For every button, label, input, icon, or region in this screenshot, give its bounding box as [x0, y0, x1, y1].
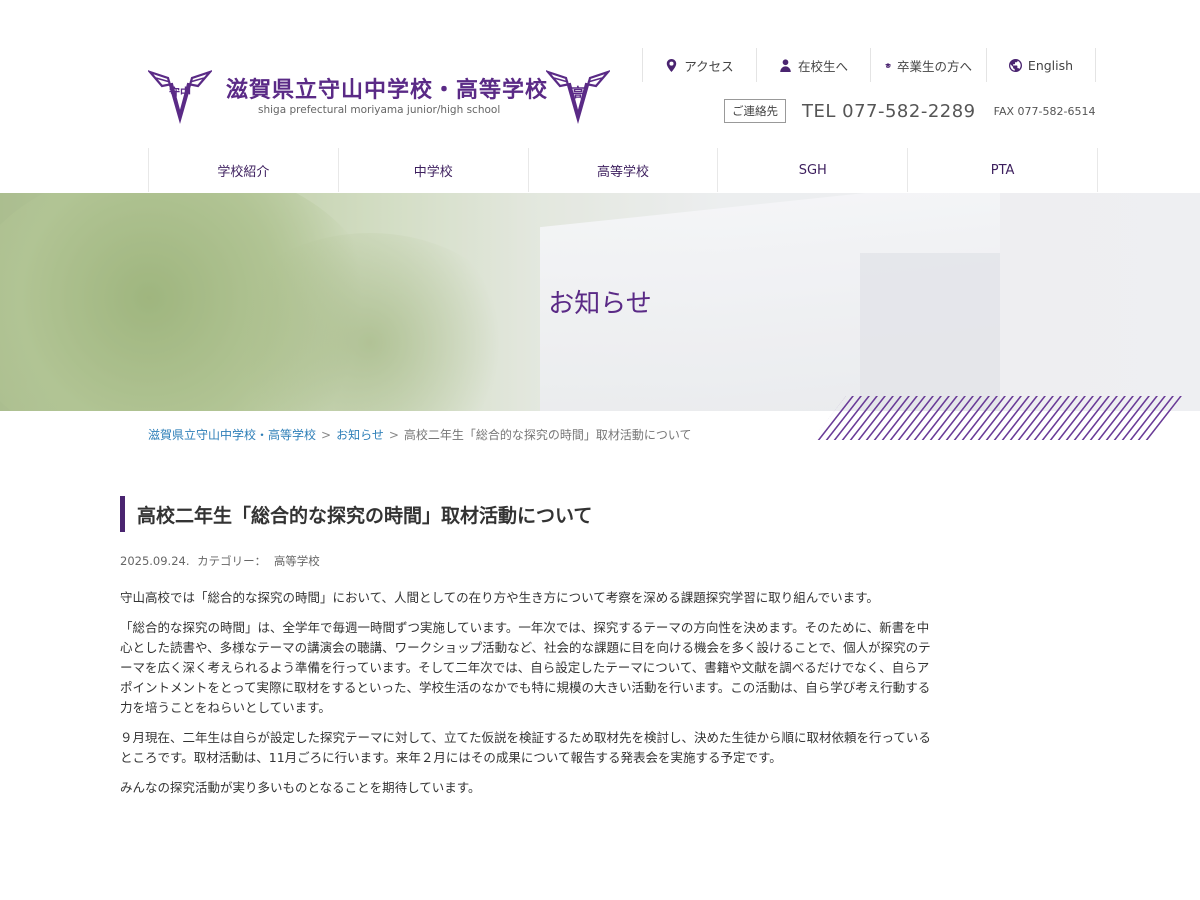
article-paragraph: みんなの探究活動が実り多いものとなることを期待しています。	[120, 780, 481, 795]
utility-nav-access[interactable]: アクセス	[642, 48, 756, 82]
contact-info: ご連絡先 TEL 077-582-2289 FAX 077-582-6514	[724, 98, 1095, 124]
school-emblem-icon: 守中	[148, 70, 212, 124]
main-nav-junior-high[interactable]: 中学校	[337, 148, 528, 192]
article-title: 高校二年生「総合的な探究の時間」取材活動について	[120, 496, 592, 532]
article-paragraph: 守山高校では「総合的な探究の時間」において、人間としての在り方や生き方について考…	[120, 590, 879, 605]
person-icon	[780, 58, 791, 72]
utility-nav: アクセス 在校生へ 卒業生の方へ English	[642, 48, 1096, 82]
utility-nav-label: 在校生へ	[797, 58, 848, 74]
article-category[interactable]: 高等学校	[274, 554, 320, 568]
map-pin-icon	[667, 58, 677, 72]
main-nav-high-school[interactable]: 高等学校	[527, 148, 718, 192]
article-paragraph: ９月現在、二年生は自らが設定した探究テーマに対して、立てた仮説を検証するため取材…	[120, 730, 931, 765]
utility-nav-english[interactable]: English	[986, 48, 1096, 82]
article-paragraph: 「総合的な探究の時間」は、全学年で毎週一時間ずつ実施しています。一年次では、探究…	[120, 620, 931, 715]
article-category-label: カテゴリー：	[197, 554, 267, 568]
contact-badge: ご連絡先	[724, 99, 786, 123]
utility-nav-label: 卒業生の方へ	[896, 58, 972, 74]
globe-icon	[1008, 58, 1022, 72]
utility-nav-label: English	[1027, 57, 1074, 73]
school-name-english: shiga prefectural moriyama junior/high s…	[258, 104, 501, 116]
school-emblem-icon: 高	[546, 70, 610, 124]
article-body: 守山高校では「総合的な探究の時間」において、人間としての在り方や生き方について考…	[120, 588, 940, 808]
utility-nav-alumni[interactable]: 卒業生の方へ	[870, 48, 986, 82]
school-name: 滋賀県立守山中学校・高等学校	[226, 78, 549, 103]
breadcrumb-home[interactable]: 滋賀県立守山中学校・高等学校	[148, 428, 316, 442]
emblem-right-text: 高	[571, 85, 585, 102]
main-nav: 学校紹介 中学校 高等学校 SGH PTA	[148, 148, 1098, 192]
breadcrumb-separator: >	[388, 428, 399, 442]
article-meta: 2025.09.24. カテゴリー： 高等学校	[120, 553, 324, 569]
main-nav-school-intro[interactable]: 学校紹介	[148, 148, 338, 192]
main-nav-pta[interactable]: PTA	[907, 148, 1098, 192]
breadcrumb-current: 高校二年生「総合的な探究の時間」取材活動について	[403, 428, 692, 442]
breadcrumb-news[interactable]: お知らせ	[336, 428, 384, 442]
utility-nav-students[interactable]: 在校生へ	[756, 48, 870, 82]
decorative-stripes	[812, 396, 1182, 440]
emblem-left-text: 守中	[169, 85, 191, 99]
phone-number[interactable]: TEL 077-582-2289	[802, 101, 976, 122]
site-logo[interactable]: 守中 滋賀県立守山中学校・高等学校 shiga prefectural mori…	[148, 64, 618, 126]
graduation-cap-icon	[885, 62, 891, 68]
page-title: お知らせ	[548, 289, 652, 319]
main-nav-sgh[interactable]: SGH	[717, 148, 907, 192]
breadcrumb-separator: >	[321, 428, 332, 442]
fax-number: FAX 077-582-6514	[993, 104, 1096, 118]
article-date: 2025.09.24.	[120, 554, 190, 568]
hero-banner: お知らせ	[0, 193, 1200, 411]
utility-nav-label: アクセス	[684, 58, 734, 74]
breadcrumb: 滋賀県立守山中学校・高等学校 > お知らせ > 高校二年生「総合的な探究の時間」取材活動…	[148, 426, 692, 443]
